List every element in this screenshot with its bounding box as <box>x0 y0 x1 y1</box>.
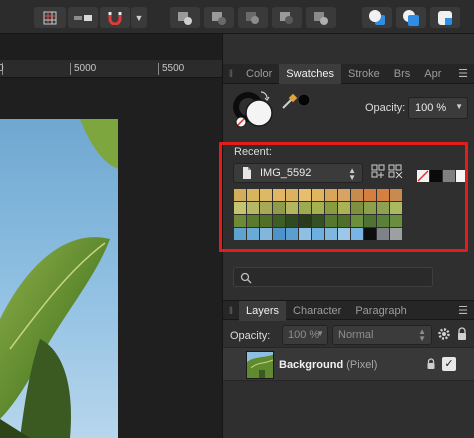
swatches-tab-bar: ‖ Color Swatches Stroke Brs Apr ☰ <box>223 64 474 84</box>
fill-stroke-wells[interactable] <box>231 89 283 131</box>
canvas-image[interactable] <box>0 119 118 438</box>
tab-layers[interactable]: Layers <box>239 301 287 321</box>
layer-opacity-select[interactable]: 100 % ▼ <box>282 325 328 345</box>
snapping-dropdown-button[interactable]: ▼ <box>131 7 147 28</box>
subtract-boolean-button[interactable] <box>204 7 234 28</box>
chevron-down-icon: ▼ <box>455 102 463 111</box>
ruler-label: 5500 <box>162 63 185 74</box>
snapping-button[interactable] <box>100 7 130 28</box>
boolean-intersect-icon <box>246 11 259 24</box>
magnet-icon <box>108 11 122 25</box>
panel-menu-icon[interactable]: ☰ <box>455 64 471 84</box>
arrange-back-button[interactable] <box>362 7 392 28</box>
highlight-box <box>219 142 468 252</box>
boolean-subtract-icon <box>212 11 226 25</box>
lock-icon[interactable] <box>456 327 468 341</box>
snap-grid-button[interactable] <box>34 7 66 28</box>
tab-appearance[interactable]: Apr <box>417 64 448 84</box>
document-canvas[interactable] <box>0 79 222 438</box>
layers-menu-icon[interactable]: ☰ <box>455 301 471 321</box>
layer-opacity-label: Opacity: <box>230 330 271 342</box>
tab-character[interactable]: Character <box>286 301 348 321</box>
chevron-down-icon: ▼ <box>316 329 324 338</box>
arrange-front-button[interactable] <box>430 7 460 28</box>
horizontal-ruler: 0 5000 5500 <box>0 60 222 78</box>
arrange-back-icon <box>369 9 385 25</box>
add-boolean-button[interactable] <box>170 7 200 28</box>
intersect-boolean-button[interactable] <box>238 7 268 28</box>
layer-row[interactable]: Background (Pixel) ✓ <box>223 347 474 381</box>
search-icon <box>240 272 252 284</box>
align-button[interactable] <box>68 7 98 28</box>
boolean-divide-icon <box>314 11 328 25</box>
swatch-search-input[interactable] <box>233 267 433 287</box>
ruler-label-start: 0 <box>0 63 4 74</box>
boolean-add-icon <box>178 11 192 25</box>
tab-color[interactable]: Color <box>239 64 279 84</box>
tab-paragraph[interactable]: Paragraph <box>348 301 413 321</box>
layer-opacity-value: 100 % <box>288 329 320 341</box>
top-toolbar: ▼ <box>0 0 474 34</box>
align-icon <box>74 14 92 21</box>
layer-name: Background (Pixel) <box>279 359 377 371</box>
tab-swatches[interactable]: Swatches <box>279 64 341 84</box>
eyedropper-icon[interactable] <box>281 92 313 110</box>
arrange-forward-icon <box>403 9 419 26</box>
layer-type: (Pixel) <box>346 359 378 371</box>
layer-thumbnail-image <box>247 352 273 378</box>
chevron-updown-icon: ▲ ▼ <box>418 327 426 343</box>
panel-grip-icon[interactable]: ‖ <box>223 64 239 84</box>
arrange-forward-button[interactable] <box>396 7 426 28</box>
ruler-tick <box>70 63 71 75</box>
tab-stroke[interactable]: Stroke <box>341 64 387 84</box>
ruler-tick <box>158 63 159 75</box>
layers-tab-bar: ‖ Layers Character Paragraph ☰ <box>223 300 474 321</box>
gear-icon[interactable] <box>437 327 451 341</box>
swatch-opacity-value: 100 % <box>415 102 447 114</box>
swatch-opacity-select[interactable]: 100 % ▼ <box>408 97 468 119</box>
divide-boolean-button[interactable] <box>306 7 336 28</box>
layer-lock-icon[interactable] <box>426 358 436 370</box>
layer-visibility-checkbox[interactable]: ✓ <box>442 357 456 371</box>
boolean-xor-icon <box>280 11 293 24</box>
tab-brushes[interactable]: Brs <box>387 64 418 84</box>
grid-icon <box>43 11 57 24</box>
ruler-label: 5000 <box>74 63 97 74</box>
swatch-opacity-label: Opacity: <box>365 102 406 114</box>
arrange-front-icon <box>438 10 452 25</box>
layer-thumbnail <box>246 351 274 379</box>
xor-boolean-button[interactable] <box>272 7 302 28</box>
layer-name-text: Background <box>279 359 344 371</box>
panel-grip-icon[interactable]: ‖ <box>223 301 239 321</box>
blend-mode-select[interactable]: Normal ▲ ▼ <box>332 325 432 345</box>
blend-mode-value: Normal <box>338 329 374 341</box>
leaf-photo <box>0 119 118 438</box>
